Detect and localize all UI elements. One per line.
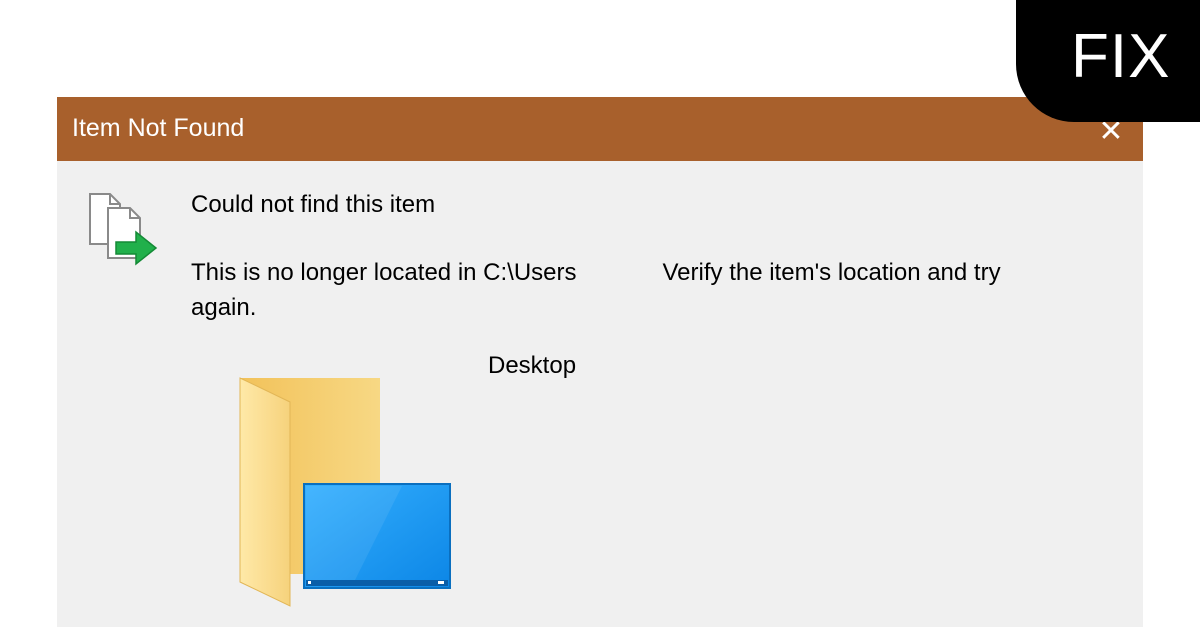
dialog-title: Item Not Found <box>72 114 245 142</box>
fix-badge: FIX <box>1016 0 1200 122</box>
dialog-message-line1: This is no longer located in C:\Users Ver… <box>191 258 1001 288</box>
message-location: This is no longer located in C:\Users <box>191 259 577 286</box>
desktop-folder-icon <box>239 377 451 607</box>
dialog-message-line2: again. <box>191 294 257 321</box>
item-name-label: Desktop <box>488 352 577 379</box>
item-not-found-dialog: Item Not Found ✕ <box>57 97 1143 627</box>
message-instruction: Verify the item's location and try <box>662 259 1001 286</box>
fix-badge-label: FIX <box>1071 22 1171 91</box>
dialog-heading: Could not find this item <box>191 191 436 218</box>
file-move-icon <box>89 193 158 266</box>
title-bar: Item Not Found ✕ <box>57 97 1143 161</box>
